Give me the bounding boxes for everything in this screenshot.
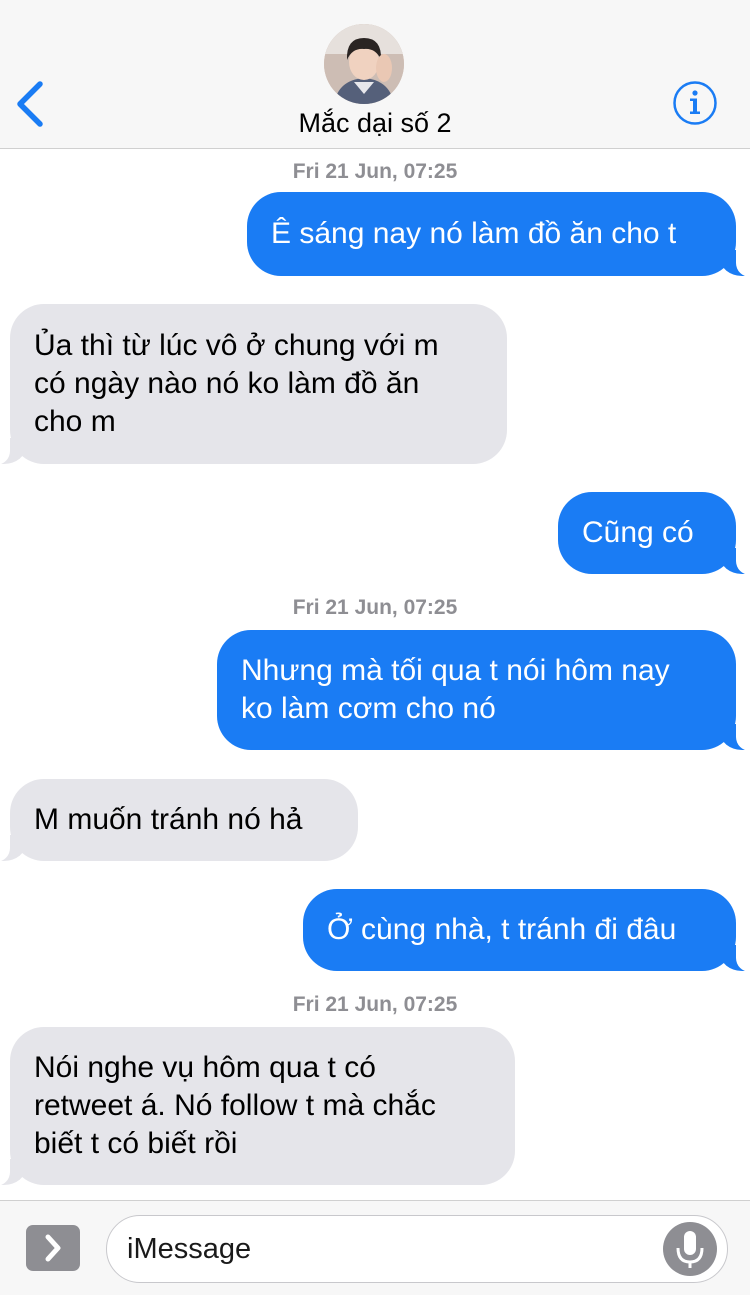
conversation-header: Mắc dại số 2 <box>0 0 750 149</box>
avatar-photo <box>324 24 404 104</box>
outgoing-message[interactable]: Ê sáng nay nó làm đồ ăn cho t <box>247 192 750 277</box>
timestamp: Fri 21 Jun, 07:25 <box>292 993 458 1016</box>
message-line: ko làm cơm cho nó <box>241 692 496 725</box>
message-text: Cũng có <box>582 516 694 549</box>
outgoing-message[interactable]: Cũng có <box>558 492 750 575</box>
info-icon <box>673 81 717 125</box>
incoming-message[interactable]: Ủa thì từ lúc vô ở chung với m có ngày n… <box>0 304 507 465</box>
message-line: Nói nghe vụ hôm qua t có <box>34 1051 376 1084</box>
message-text: Ở cùng nhà, t tránh đi đâu <box>327 913 677 946</box>
microphone-icon <box>676 1231 704 1268</box>
outgoing-message[interactable]: Nhưng mà tối qua t nói hôm nay ko làm cơ… <box>217 630 750 751</box>
message-line: retweet á. Nó follow t mà chắc <box>34 1089 436 1122</box>
outgoing-message[interactable]: Ở cùng nhà, t tránh đi đâu <box>303 889 750 972</box>
contact-name[interactable]: Mắc dại số 2 <box>0 108 750 139</box>
info-button[interactable] <box>672 80 718 126</box>
microphone-button[interactable] <box>663 1222 717 1276</box>
message-line: có ngày nào nó ko làm đồ ăn <box>34 367 420 400</box>
message-text: Nói nghe vụ hôm qua t có retweet á. Nó f… <box>34 1049 436 1163</box>
incoming-message[interactable]: Nói nghe vụ hôm qua t có retweet á. Nó f… <box>0 1027 515 1186</box>
message-composer: iMessage <box>0 1200 750 1295</box>
message-text: Ủa thì từ lúc vô ở chung với m có ngày n… <box>34 327 439 441</box>
incoming-message[interactable]: M muốn tránh nó hả <box>0 779 358 862</box>
message-input[interactable]: iMessage <box>106 1215 728 1283</box>
chevron-right-icon <box>45 1234 61 1262</box>
timestamp: Fri 21 Jun, 07:25 <box>292 160 458 183</box>
message-input-placeholder: iMessage <box>127 1233 252 1265</box>
contact-avatar[interactable] <box>324 24 404 104</box>
message-line: Ủa thì từ lúc vô ở chung với m <box>34 329 439 362</box>
apps-button[interactable] <box>26 1225 80 1271</box>
timestamp: Fri 21 Jun, 07:25 <box>292 596 458 619</box>
message-text: Ê sáng nay nó làm đồ ăn cho t <box>271 217 677 250</box>
message-text: Nhưng mà tối qua t nói hôm nay ko làm cơ… <box>241 652 670 728</box>
message-line: biết t có biết rồi <box>34 1127 238 1160</box>
message-line: cho m <box>34 405 116 438</box>
message-line: Nhưng mà tối qua t nói hôm nay <box>241 654 670 687</box>
message-text: M muốn tránh nó hả <box>34 803 303 836</box>
